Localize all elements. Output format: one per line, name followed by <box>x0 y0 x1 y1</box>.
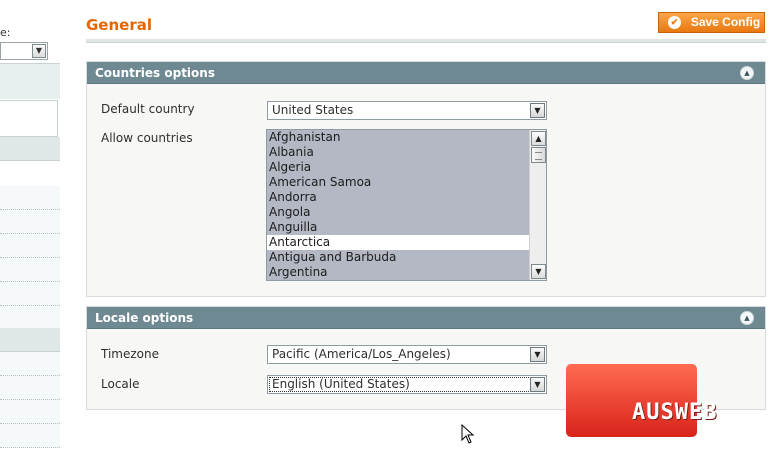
chevron-up-icon[interactable]: ▲ <box>740 311 754 325</box>
sidebar-item[interactable] <box>0 400 60 424</box>
locale-value: English (United States) <box>272 377 410 391</box>
title-divider <box>86 39 766 43</box>
default-country-value: United States <box>272 103 354 117</box>
countries-scrollbar[interactable]: ▲ ▼ <box>529 130 546 280</box>
sidebar-item[interactable] <box>0 210 60 234</box>
sidebar-item[interactable] <box>0 234 60 258</box>
country-option[interactable]: Antigua and Barbuda <box>267 250 529 265</box>
country-option[interactable]: American Samoa <box>267 175 529 190</box>
save-config-button[interactable]: ✔ Save Config <box>658 12 765 33</box>
countries-options-title: Countries options <box>95 66 215 80</box>
sidebar-box <box>0 100 58 137</box>
sidebar-item[interactable] <box>0 282 60 306</box>
country-option[interactable]: Albania <box>267 145 529 160</box>
chevron-down-icon[interactable]: ▼ <box>530 347 545 362</box>
locale-label: Locale <box>101 377 140 391</box>
sidebar-item[interactable] <box>0 306 60 328</box>
countries-options-section: Countries options ▲ Default country Unit… <box>86 61 766 297</box>
sidebar-item[interactable] <box>0 376 60 400</box>
locale-options-title: Locale options <box>95 311 194 325</box>
mouse-cursor-icon <box>461 424 475 444</box>
countries-options-header[interactable]: Countries options ▲ <box>87 62 765 84</box>
country-option[interactable]: Antarctica <box>267 235 529 250</box>
timezone-label: Timezone <box>101 347 159 361</box>
country-option[interactable]: Afghanistan <box>267 130 529 145</box>
sidebar-item[interactable] <box>0 352 60 376</box>
locale-select[interactable]: English (United States) ▼ <box>267 375 547 394</box>
default-country-select[interactable]: United States ▼ <box>267 101 547 120</box>
page-title: General <box>86 16 152 34</box>
locale-options-header[interactable]: Locale options ▲ <box>87 307 765 329</box>
sidebar-scope-label: e: <box>0 26 11 39</box>
allow-countries-label: Allow countries <box>101 131 193 145</box>
chevron-down-icon[interactable]: ▼ <box>32 44 46 58</box>
country-option[interactable]: Anguilla <box>267 220 529 235</box>
sidebar-item[interactable] <box>0 424 60 448</box>
country-option[interactable]: Angola <box>267 205 529 220</box>
sidebar-item[interactable] <box>0 258 60 282</box>
sidebar: e: ▼ <box>0 0 60 450</box>
scroll-up-icon[interactable]: ▲ <box>531 131 546 146</box>
save-config-label: Save Config <box>690 15 761 29</box>
sidebar-section[interactable] <box>0 137 60 161</box>
ausweb-logo-text: AUSWEB <box>632 400 718 425</box>
country-option[interactable]: Argentina <box>267 265 529 280</box>
country-option[interactable]: Andorra <box>267 190 529 205</box>
sidebar-band <box>0 63 60 99</box>
chevron-down-icon[interactable]: ▼ <box>530 377 545 392</box>
sidebar-section[interactable] <box>0 328 60 352</box>
chevron-up-icon[interactable]: ▲ <box>740 66 754 80</box>
sidebar-scope-select[interactable]: ▼ <box>0 42 48 60</box>
sidebar-item[interactable] <box>0 186 60 210</box>
allow-countries-multiselect[interactable]: Afghanistan Albania Algeria American Sam… <box>266 129 547 281</box>
timezone-value: Pacific (America/Los_Angeles) <box>272 347 451 361</box>
default-country-label: Default country <box>101 102 195 116</box>
scrollbar-thumb[interactable] <box>531 147 546 163</box>
chevron-down-icon[interactable]: ▼ <box>530 103 545 118</box>
timezone-select[interactable]: Pacific (America/Los_Angeles) ▼ <box>267 345 547 364</box>
scroll-down-icon[interactable]: ▼ <box>531 264 546 279</box>
country-option[interactable]: Algeria <box>267 160 529 175</box>
check-circle-icon: ✔ <box>668 16 681 29</box>
